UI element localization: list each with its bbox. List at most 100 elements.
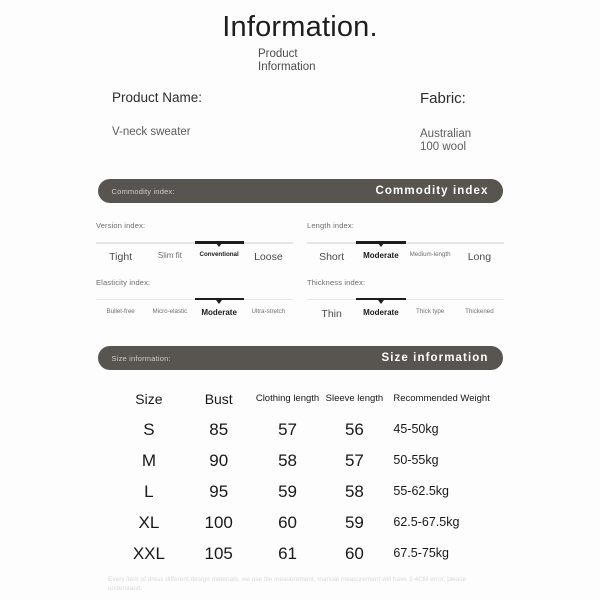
index-grid: Version index: Tight Slim fit Convention… (0, 221, 600, 320)
elasticity-index-option-2[interactable]: Moderate (195, 308, 244, 318)
footer: Every item of dress different design mat… (0, 575, 600, 595)
length-index-segment-3[interactable] (455, 239, 504, 249)
elasticity-index-segment-2[interactable] (194, 296, 244, 306)
length-index-segment-0[interactable] (307, 239, 356, 249)
product-name-block: Product Name: V-neck sweater (112, 90, 300, 156)
thickness-index-option-0[interactable]: Thin (307, 308, 356, 321)
fabric-label: Fabric: (420, 89, 466, 107)
version-index-title: Version index: (96, 221, 146, 231)
fabric-block: Fabric: Australian 100 wool (300, 90, 488, 156)
cell-bust: 85 (209, 419, 229, 439)
page-header: Information. Product Information (0, 0, 600, 74)
length-index-option-2[interactable]: Medium-length (406, 251, 455, 264)
size-table-header-row: Size Bust Clothing length Sleeve length … (114, 384, 500, 414)
length-index-option-1[interactable]: Moderate (356, 252, 405, 264)
cell-sleeve-length: 57 (344, 450, 364, 470)
length-index-title: Length index: (307, 221, 354, 231)
cell-recommended-weight: 50-55kg (393, 453, 439, 468)
cell-recommended-weight: 67.5-75kg (393, 546, 449, 561)
length-index-segment-1[interactable] (356, 239, 406, 249)
commodity-index-banner-left-label: Commodity index: (111, 186, 175, 196)
version-index-option-1[interactable]: Slim fit (145, 252, 194, 264)
thickness-index-segment-2[interactable] (406, 296, 455, 306)
table-row: L 95 59 58 55-62.5kg (114, 476, 500, 507)
slider-marker-icon (377, 243, 384, 248)
cell-bust: 105 (204, 543, 233, 563)
size-information-banner: Size information: Size information (97, 346, 503, 371)
elasticity-index-option-1[interactable]: Micro-elastic (145, 308, 194, 318)
thickness-index-option-1[interactable]: Moderate (356, 308, 405, 321)
cell-clothing-length: 57 (278, 419, 297, 439)
cell-recommended-weight: 45-50kg (393, 422, 439, 437)
thickness-index-segment-1[interactable] (356, 296, 406, 306)
version-index-segment-1[interactable] (145, 239, 194, 249)
thickness-index-title: Thickness index: (307, 277, 366, 287)
thickness-index-block: Thickness index: Thin Moderate Thick typ… (307, 278, 504, 321)
elasticity-index-option-3[interactable]: Ultra-stretch (244, 308, 293, 318)
version-index-segment-0[interactable] (96, 239, 145, 249)
measurement-disclaimer: Every item of dress different design mat… (108, 575, 467, 593)
elasticity-index-track[interactable] (96, 296, 293, 306)
thickness-index-track[interactable] (307, 296, 504, 306)
elasticity-index-segment-1[interactable] (145, 296, 194, 306)
slider-marker-icon (216, 243, 223, 248)
cell-sleeve-length: 56 (344, 419, 364, 439)
version-index-labels: Tight Slim fit Conventional Loose (96, 251, 293, 264)
cell-bust: 100 (204, 512, 233, 532)
product-information-page: Information. Product Information Product… (0, 0, 600, 600)
page-subtitle-wrap: Product Information (0, 48, 600, 74)
length-index-labels: Short Moderate Medium-length Long (307, 251, 504, 264)
version-index-segment-2[interactable] (194, 239, 244, 249)
thickness-index-option-2[interactable]: Thick type (406, 308, 455, 321)
table-row: M 90 58 57 50-55kg (114, 445, 500, 476)
elasticity-index-title: Elasticity index: (96, 277, 151, 287)
version-index-option-2[interactable]: Conventional (195, 251, 244, 264)
column-header-size: Size (135, 390, 163, 407)
elasticity-index-option-0[interactable]: Bullet-free (96, 308, 145, 318)
column-header-clothing-length: Clothing length (255, 393, 320, 405)
size-information-banner-title: Size information (381, 352, 489, 365)
cell-clothing-length: 60 (278, 512, 297, 532)
slider-marker-icon (377, 299, 384, 304)
elasticity-index-block: Elasticity index: Bullet-free Micro-elas… (96, 278, 293, 321)
cell-size: XXL (132, 543, 165, 563)
column-header-sleeve-length: Sleeve length (325, 393, 384, 405)
cell-clothing-length: 61 (278, 543, 297, 563)
product-name-label: Product Name: (112, 89, 203, 105)
size-table: Size Bust Clothing length Sleeve length … (100, 384, 500, 569)
thickness-index-segment-3[interactable] (455, 296, 504, 306)
thickness-index-option-3[interactable]: Thickened (455, 308, 504, 321)
column-header-recommended-weight: Recommended Weight (393, 393, 490, 405)
elasticity-index-segment-0[interactable] (96, 296, 145, 306)
length-index-option-3[interactable]: Long (455, 252, 504, 264)
length-index-block: Length index: Short Moderate Medium-leng… (307, 221, 504, 264)
cell-size: S (143, 419, 155, 439)
cell-clothing-length: 58 (278, 450, 297, 470)
cell-sleeve-length: 60 (344, 543, 364, 563)
cell-recommended-weight: 62.5-67.5kg (393, 515, 460, 530)
version-index-option-0[interactable]: Tight (96, 252, 145, 264)
length-index-track[interactable] (307, 239, 504, 249)
elasticity-index-segment-3[interactable] (244, 296, 293, 306)
cell-recommended-weight: 55-62.5kg (393, 484, 449, 499)
cell-sleeve-length: 59 (344, 512, 364, 532)
version-index-track[interactable] (96, 239, 293, 249)
cell-size: L (144, 481, 154, 501)
elasticity-index-labels: Bullet-free Micro-elastic Moderate Ultra… (96, 308, 293, 318)
thickness-index-segment-0[interactable] (307, 296, 356, 306)
version-index-option-3[interactable]: Loose (244, 252, 293, 264)
version-index-block: Version index: Tight Slim fit Convention… (96, 221, 293, 264)
commodity-index-banner-title: Commodity index (375, 185, 489, 198)
product-meta: Product Name: V-neck sweater Fabric: Aus… (0, 90, 600, 156)
length-index-segment-2[interactable] (406, 239, 455, 249)
length-index-option-0[interactable]: Short (307, 252, 356, 264)
cell-clothing-length: 59 (278, 481, 297, 501)
table-row: XXL 105 61 60 67.5-75kg (114, 538, 500, 569)
cell-size: M (141, 450, 156, 470)
cell-bust: 95 (209, 481, 229, 501)
product-name-value: V-neck sweater (112, 125, 191, 138)
column-header-bust: Bust (204, 390, 233, 407)
version-index-segment-3[interactable] (244, 239, 293, 249)
slider-marker-icon (216, 299, 223, 304)
cell-sleeve-length: 58 (344, 481, 364, 501)
